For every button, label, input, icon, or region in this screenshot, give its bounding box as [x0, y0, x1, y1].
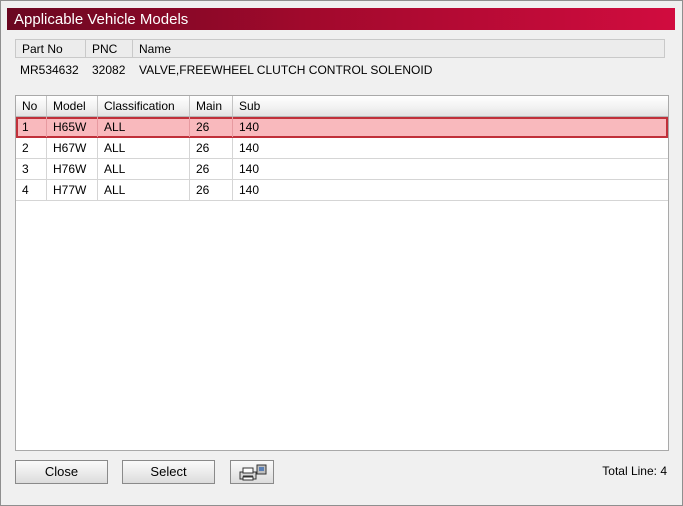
- part-header: Part No PNC Name: [15, 39, 665, 58]
- part-no-header: Part No: [16, 40, 86, 57]
- cell-model: H76W: [47, 159, 98, 179]
- close-button[interactable]: Close: [15, 460, 108, 484]
- cell-model: H77W: [47, 180, 98, 200]
- cell-no: 2: [16, 138, 47, 158]
- table-row[interactable]: 4 H77W ALL 26 140: [16, 180, 668, 201]
- cell-classification: ALL: [98, 117, 190, 137]
- cell-main: 26: [190, 138, 233, 158]
- cell-sub: 140: [239, 120, 260, 134]
- cell-sub: 140: [239, 183, 260, 197]
- applicable-vehicle-models-dialog: Applicable Vehicle Models Part No PNC Na…: [0, 0, 683, 506]
- pnc-value: 32082: [92, 63, 126, 77]
- name-header: Name: [139, 42, 172, 56]
- table-row[interactable]: 1 H65W ALL 26 140: [16, 117, 668, 138]
- part-name-value: VALVE,FREEWHEEL CLUTCH CONTROL SOLENOID: [139, 63, 433, 77]
- table-row[interactable]: 2 H67W ALL 26 140: [16, 138, 668, 159]
- vehicle-models-table: No Model Classification Main Sub 1 H65W …: [15, 95, 669, 451]
- column-header-no[interactable]: No: [16, 96, 47, 116]
- cell-classification: ALL: [98, 159, 190, 179]
- window-title: Applicable Vehicle Models: [14, 11, 189, 28]
- total-line-count: Total Line: 4: [602, 464, 667, 478]
- cell-no: 4: [16, 180, 47, 200]
- column-header-model[interactable]: Model: [47, 96, 98, 116]
- part-no-value: MR534632: [20, 63, 79, 77]
- cell-main: 26: [190, 180, 233, 200]
- table-row[interactable]: 3 H76W ALL 26 140: [16, 159, 668, 180]
- column-header-sub[interactable]: Sub: [233, 96, 668, 116]
- cell-sub: 140: [239, 162, 260, 176]
- table-header: No Model Classification Main Sub: [16, 96, 668, 117]
- part-values: MR534632 32082 VALVE,FREEWHEEL CLUTCH CO…: [15, 60, 665, 82]
- cell-main: 26: [190, 159, 233, 179]
- cell-classification: ALL: [98, 180, 190, 200]
- print-button[interactable]: [230, 460, 274, 484]
- title-bar[interactable]: Applicable Vehicle Models: [7, 8, 675, 30]
- column-header-classification[interactable]: Classification: [98, 96, 190, 116]
- cell-no: 3: [16, 159, 47, 179]
- cell-no: 1: [16, 117, 47, 137]
- cell-model: H67W: [47, 138, 98, 158]
- column-header-main[interactable]: Main: [190, 96, 233, 116]
- select-button[interactable]: Select: [122, 460, 215, 484]
- cell-main: 26: [190, 117, 233, 137]
- cell-sub: 140: [239, 141, 260, 155]
- cell-classification: ALL: [98, 138, 190, 158]
- cell-model: H65W: [47, 117, 98, 137]
- printer-icon: [239, 464, 267, 481]
- pnc-header: PNC: [86, 40, 133, 57]
